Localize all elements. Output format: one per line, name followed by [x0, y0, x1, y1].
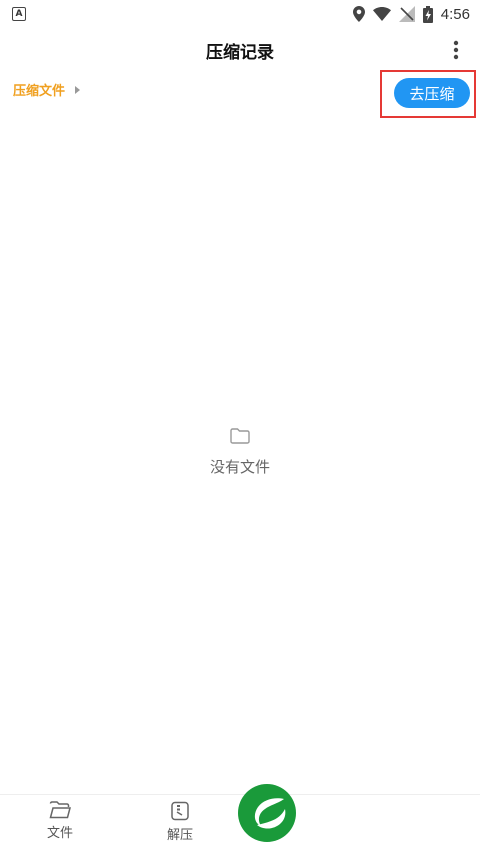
- nav-label-files: 文件: [46, 826, 73, 841]
- archive-icon: [171, 801, 189, 821]
- no-signal-icon: [398, 6, 415, 22]
- wifi-icon: [372, 7, 391, 21]
- more-vertical-icon: [453, 40, 459, 60]
- breadcrumb-item-compressed-files[interactable]: 压缩文件: [13, 80, 65, 99]
- empty-state-text: 没有文件: [209, 458, 270, 476]
- leaf-logo-icon: [238, 784, 296, 842]
- breadcrumb[interactable]: 压缩文件: [13, 80, 81, 99]
- more-options-button[interactable]: [444, 36, 468, 64]
- go-compress-button[interactable]: 去压缩: [394, 78, 470, 108]
- clock: 4:56: [440, 5, 470, 23]
- app-bar: 压缩记录: [0, 28, 480, 72]
- breadcrumb-arrow-icon: [75, 85, 81, 94]
- app-notification-icon: A: [12, 7, 26, 21]
- nav-item-files[interactable]: 文件: [30, 801, 90, 841]
- nav-label-extract: 解压: [166, 828, 193, 843]
- folder-icon: [230, 428, 250, 444]
- nav-item-extract[interactable]: 解压: [150, 801, 210, 843]
- status-bar: A 4:56: [0, 0, 480, 28]
- page-title: 压缩记录: [206, 42, 274, 63]
- battery-charging-icon: [422, 5, 433, 23]
- empty-state: 没有文件: [0, 428, 480, 477]
- folder-open-icon: [49, 801, 71, 819]
- location-icon: [352, 6, 365, 22]
